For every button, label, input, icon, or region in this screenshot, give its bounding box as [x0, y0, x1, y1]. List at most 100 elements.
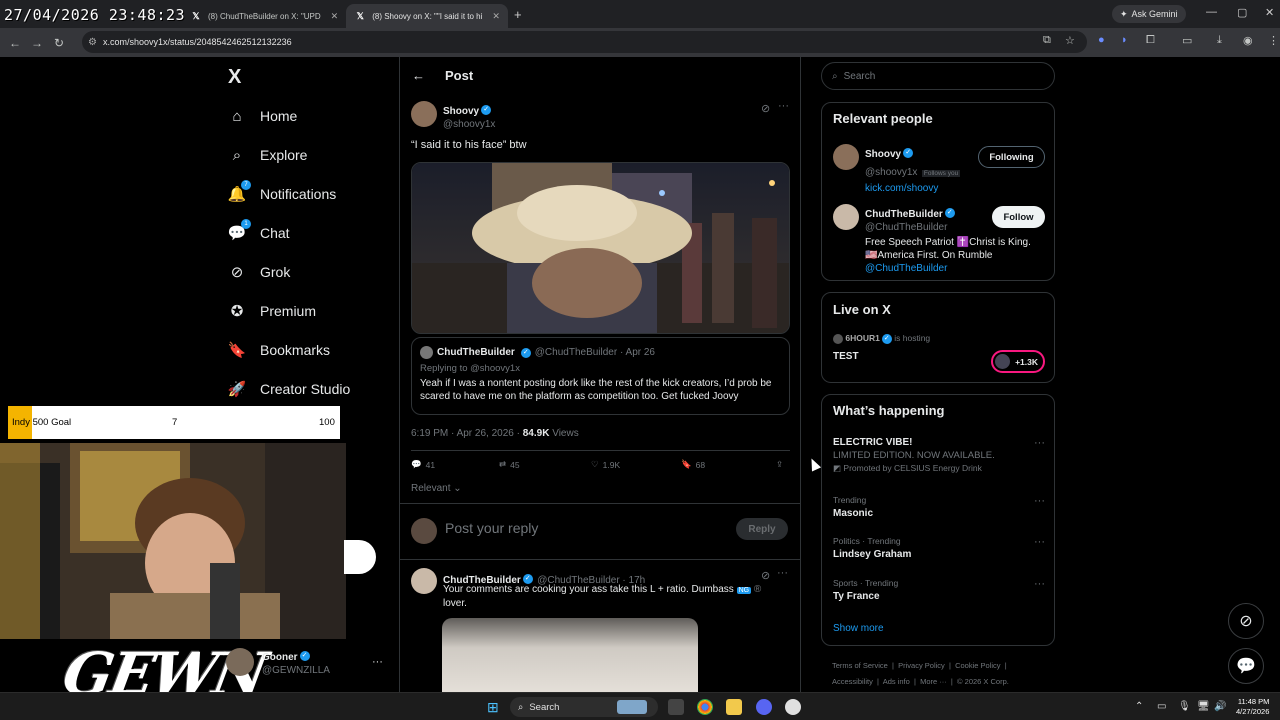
reply-button[interactable]: Reply [736, 518, 788, 540]
browser-tab[interactable]: 𝕏 (8) ChudTheBuilder on X: "UPD ✕ [182, 4, 346, 28]
avatar[interactable] [411, 568, 437, 594]
nav-item-grok[interactable]: ⊘ Grok [228, 263, 291, 281]
nav-item-bookmarks[interactable]: 🔖 Bookmarks [228, 341, 330, 359]
trend-item[interactable]: ELECTRIC VIBE! LIMITED EDITION. NOW AVAI… [833, 437, 1045, 474]
tweet-video[interactable] [411, 162, 790, 334]
follow-button[interactable]: Follow [992, 206, 1045, 228]
nav-item-notifications[interactable]: 🔔 7 Notifications [228, 180, 336, 203]
author-handle[interactable]: @shoovy1x [443, 119, 495, 130]
reply-action[interactable]: 💬 41 [411, 459, 499, 470]
reply-input[interactable]: Post your reply [445, 520, 538, 536]
more-icon[interactable]: ··· [1034, 578, 1045, 590]
following-button[interactable]: Following [978, 146, 1045, 168]
live-listeners[interactable]: +1.3K [991, 350, 1045, 373]
show-more-link[interactable]: Show more [833, 623, 884, 634]
forward-icon[interactable]: → [26, 36, 48, 50]
nav-item-home[interactable]: ⌂ Home [228, 107, 297, 125]
tray-app-icon[interactable]: ▭ [1157, 701, 1166, 712]
sidepanel-icon[interactable]: ▭ [1182, 34, 1192, 47]
account-switcher[interactable]: Gooner ✓ @GEWNZILLA ··· [226, 647, 383, 676]
omnibox[interactable]: ⚙ x.com/shoovy1x/status/2048542462512132… [82, 31, 1087, 53]
person-bio-link[interactable]: @ChudTheBuilder [865, 262, 1045, 275]
discord-icon[interactable] [756, 699, 772, 715]
post-timestamp[interactable]: 6:19 PM · Apr 26, 2026 · [411, 428, 523, 439]
avatar[interactable] [411, 101, 437, 127]
back-icon[interactable]: ← [4, 36, 26, 50]
search-input[interactable]: ⌕ Search [821, 62, 1055, 90]
ask-gemini-button[interactable]: ✦ Ask Gemini [1112, 5, 1186, 23]
avatar[interactable] [420, 346, 433, 359]
new-tab-icon[interactable]: + [514, 7, 522, 22]
extension-icon[interactable]: ● [1098, 34, 1105, 46]
extension-icon[interactable]: ◗ [1121, 34, 1128, 46]
footer-links[interactable]: Accessibility | Ads info | More ··· | © … [832, 677, 1009, 686]
system-clock[interactable]: 11:48 PM 4/27/2026 [1236, 697, 1269, 717]
minimize-icon[interactable]: — [1206, 6, 1217, 18]
post-author[interactable]: Shoovy ✓ @shoovy1x [411, 101, 495, 130]
download-icon[interactable]: ⤓ [1217, 34, 1222, 47]
site-info-icon[interactable]: ⚙ [88, 37, 97, 48]
trend-item[interactable]: Politics · Trending Lindsey Graham ··· [833, 536, 1045, 560]
close-tab-icon[interactable]: ✕ [492, 11, 500, 22]
gemini-label: Ask Gemini [1131, 9, 1178, 19]
chrome-icon[interactable] [697, 699, 713, 715]
trend-item[interactable]: Sports · Trending Ty France ··· [833, 578, 1045, 602]
more-icon[interactable]: ··· [372, 656, 383, 668]
browser-tab-active[interactable]: 𝕏 (8) Shoovy on X: ""I said it to hi ✕ [346, 4, 508, 28]
microphone-icon[interactable]: 🎙 [1178, 701, 1191, 712]
profile-icon[interactable]: ◉ [1243, 34, 1253, 47]
share-action[interactable]: ⇪ [776, 459, 783, 470]
more-icon[interactable]: ··· [777, 567, 788, 579]
more-icon[interactable]: ··· [778, 100, 789, 112]
install-icon[interactable]: ⧉ [1043, 34, 1051, 47]
chat-fab-icon[interactable]: 💬 [1228, 648, 1264, 684]
network-icon[interactable]: 🖥 [1197, 701, 1210, 712]
grok-icon[interactable]: ⊘ [761, 102, 770, 115]
taskbar-search[interactable]: ⌕ Search [510, 697, 658, 717]
bookmark-action[interactable]: 🔖 68 [681, 459, 776, 470]
footer-links[interactable]: Terms of Service | Privacy Policy | Cook… [832, 661, 1007, 670]
more-icon[interactable]: ··· [1034, 495, 1045, 507]
sort-dropdown[interactable]: Relevant ⌄ [411, 483, 462, 494]
back-arrow-icon[interactable]: ← [412, 68, 425, 83]
author-name[interactable]: Shoovy [443, 106, 479, 117]
more-icon[interactable]: ··· [1034, 536, 1045, 548]
grok-fab-icon[interactable]: ⊘ [1228, 603, 1264, 639]
bookmark-star-icon[interactable]: ☆ [1065, 34, 1075, 47]
tray-chevron-icon[interactable]: ⌃ [1135, 701, 1143, 712]
person-name[interactable]: ChudTheBuilder [865, 209, 943, 220]
nav-item-premium[interactable]: ✪ Premium [228, 302, 316, 320]
menu-icon[interactable]: ⋮ [1268, 34, 1279, 47]
person-bio-link[interactable]: kick.com/shoovy [865, 183, 960, 194]
windows-start-icon[interactable]: ⊞ [487, 699, 499, 716]
like-action[interactable]: ♡ 1.9K [591, 459, 681, 470]
more-icon[interactable]: ··· [1034, 437, 1045, 449]
nav-item-creator-studio[interactable]: 🚀 Creator Studio [228, 380, 351, 398]
file-explorer-icon[interactable] [726, 699, 742, 715]
quoted-tweet[interactable]: ChudTheBuilder ✓ @ChudTheBuilder · Apr 2… [411, 337, 790, 415]
grok-icon[interactable]: ⊘ [761, 569, 770, 582]
nav-item-explore[interactable]: ⌕ Explore [228, 146, 308, 164]
extensions-icon[interactable]: ⧠ [1146, 34, 1155, 47]
live-host[interactable]: 6HOUR1 [845, 333, 879, 343]
quote-author[interactable]: ChudTheBuilder [437, 347, 515, 358]
avatar[interactable] [833, 144, 859, 170]
reply-image[interactable] [442, 618, 698, 692]
close-tab-icon[interactable]: ✕ [331, 11, 339, 22]
trend-item[interactable]: Trending Masonic ··· [833, 495, 1045, 519]
avatar[interactable] [833, 204, 859, 230]
live-title[interactable]: TEST [833, 351, 859, 362]
task-view-icon[interactable] [668, 699, 684, 715]
post-column: ← Post Shoovy ✓ @shoovy1x ⊘ ··· “I said i… [399, 57, 801, 692]
x-logo[interactable]: X [228, 66, 241, 89]
card-title: Live on X [833, 302, 891, 317]
obs-icon[interactable] [785, 699, 801, 715]
close-window-icon[interactable]: ✕ [1265, 6, 1274, 19]
avatar[interactable] [226, 647, 254, 676]
person-name[interactable]: Shoovy [865, 149, 901, 160]
maximize-icon[interactable]: ▢ [1237, 6, 1247, 19]
repost-action[interactable]: ⇄ 45 [499, 459, 591, 470]
reload-icon[interactable]: ↻ [48, 36, 70, 50]
nav-item-chat[interactable]: 💬 1 Chat [228, 219, 290, 242]
volume-icon[interactable]: 🔊 [1214, 701, 1226, 712]
